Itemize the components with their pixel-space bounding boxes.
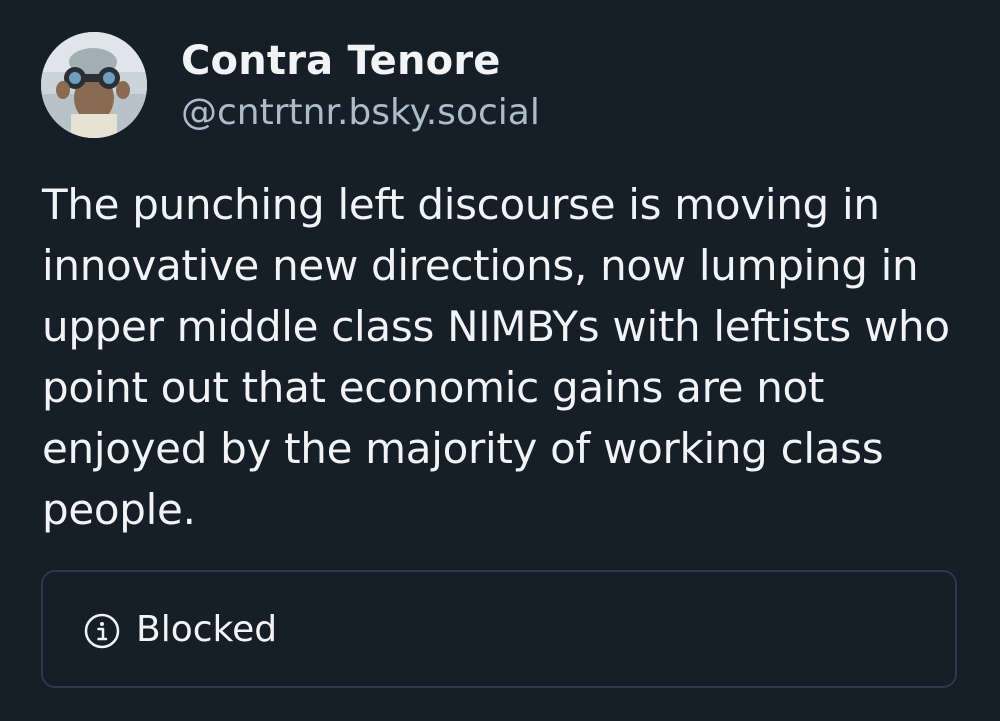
avatar-image <box>41 32 147 138</box>
avatar[interactable] <box>41 32 147 138</box>
post-text: The punching left discourse is moving in… <box>42 180 950 534</box>
author-display-name[interactable]: Contra Tenore <box>181 38 501 84</box>
blocked-label: Blocked <box>136 609 278 650</box>
blocked-embed-card[interactable]: Blocked <box>41 570 957 688</box>
post: Contra Tenore @cntrtnr.bsky.social The p… <box>0 0 1000 721</box>
author-handle[interactable]: @cntrtnr.bsky.social <box>181 92 540 133</box>
info-icon <box>84 613 120 649</box>
